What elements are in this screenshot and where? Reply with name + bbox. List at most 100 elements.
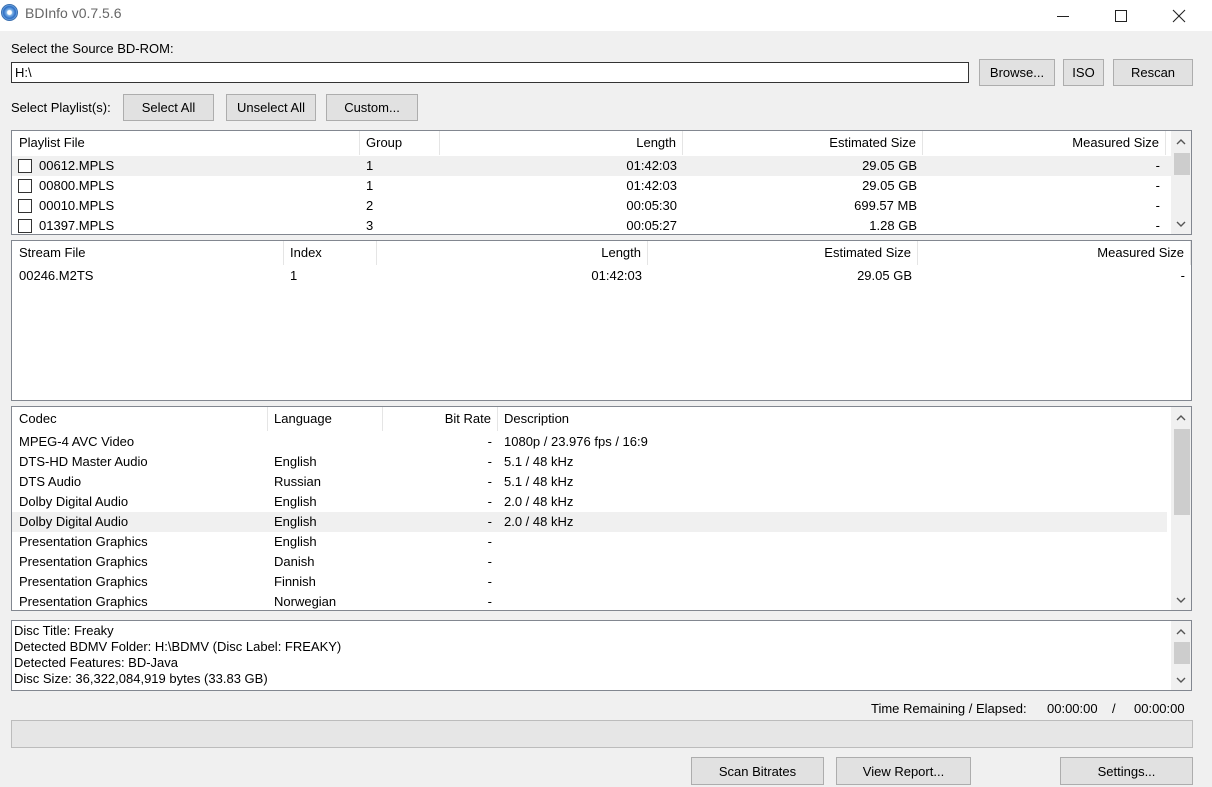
playlist-row[interactable]: 00010.MPLS 2 00:05:30 699.57 MB - [12,196,1171,216]
scroll-thumb[interactable] [1174,642,1190,664]
bit-rate-cell: - [487,474,492,489]
length-cell: 01:42:03 [626,158,677,173]
playlist-list[interactable]: Playlist File Group Length Estimated Siz… [11,130,1192,235]
codec-row[interactable]: MPEG-4 AVC Video -1080p / 23.976 fps / 16… [12,432,1167,452]
playlist-file-cell: 00612.MPLS [39,158,115,173]
select-all-button[interactable]: Select All [123,94,214,121]
codec-list[interactable]: Codec Language Bit Rate Description MPEG… [11,406,1192,611]
playlist-header: Playlist File Group Length Estimated Siz… [12,131,1191,155]
codec-row[interactable]: Dolby Digital Audio English -2.0 / 48 kHz [12,512,1167,532]
col-bit-rate[interactable]: Bit Rate [383,407,498,431]
description-cell [498,572,1168,592]
col-stream-measured-size[interactable]: Measured Size [918,241,1191,265]
custom-button[interactable]: Custom... [326,94,418,121]
playlist-row[interactable]: 00612.MPLS 1 01:42:03 29.05 GB - [12,156,1171,176]
unselect-all-button[interactable]: Unselect All [226,94,316,121]
description-cell: 5.1 / 48 kHz [504,474,574,489]
time-separator: / [1112,701,1116,716]
codec-cell: Presentation Graphics [19,554,148,569]
scan-progress-bar [11,720,1193,748]
col-description[interactable]: Description [498,407,1168,431]
scroll-up-icon[interactable] [1171,133,1191,150]
length-cell: 01:42:03 [626,178,677,193]
length-cell: 00:05:27 [626,218,677,233]
scroll-up-icon[interactable] [1171,409,1191,426]
close-button[interactable] [1150,0,1208,31]
col-index[interactable]: Index [284,241,377,265]
codec-row[interactable]: DTS-HD Master Audio English -5.1 / 48 kHz [12,452,1167,472]
codec-row[interactable]: Dolby Digital Audio English -2.0 / 48 kHz [12,492,1167,512]
maximize-button[interactable] [1092,0,1150,31]
info-scrollbar[interactable] [1171,621,1191,690]
col-measured-size[interactable]: Measured Size [923,131,1166,155]
description-cell [498,532,1168,552]
col-stream-estimated-size[interactable]: Estimated Size [648,241,918,265]
stream-measured-size-cell: - [1180,268,1185,283]
estimated-size-cell: 29.05 GB [862,178,917,193]
bit-rate-cell: - [487,494,492,509]
bdmv-folder-line: Detected BDMV Folder: H:\BDMV (Disc Labe… [14,639,342,654]
disc-icon [1,4,18,21]
codec-row[interactable]: DTS Audio Russian -5.1 / 48 kHz [12,472,1167,492]
description-cell: 2.0 / 48 kHz [504,514,574,529]
codec-row[interactable]: Presentation Graphics Norwegian - [12,592,1167,610]
col-playlist-file[interactable]: Playlist File [13,131,360,155]
minimize-icon [1057,15,1069,17]
index-cell: 1 [290,268,298,283]
playlist-checkbox[interactable] [18,199,32,213]
col-length[interactable]: Length [440,131,683,155]
playlist-row[interactable]: 01397.MPLS 3 00:05:27 1.28 GB - [12,216,1171,234]
iso-button[interactable]: ISO [1063,59,1104,86]
language-cell: Norwegian [274,594,337,609]
scroll-thumb[interactable] [1174,429,1190,515]
col-stream-length[interactable]: Length [377,241,648,265]
codec-cell: Presentation Graphics [19,594,148,609]
col-codec[interactable]: Codec [13,407,268,431]
bit-rate-cell: - [487,574,492,589]
rescan-button[interactable]: Rescan [1113,59,1193,86]
stream-row[interactable]: 00246.M2TS 1 01:42:03 29.05 GB - [12,266,1191,286]
scroll-down-icon[interactable] [1171,671,1191,688]
measured-size-cell: - [1155,158,1160,173]
col-stream-file[interactable]: Stream File [13,241,284,265]
col-language[interactable]: Language [268,407,383,431]
playlist-checkbox[interactable] [18,179,32,193]
language-cell: English [274,534,317,549]
playlist-scrollbar[interactable] [1171,131,1191,234]
scroll-up-icon[interactable] [1171,623,1191,640]
group-cell: 2 [366,198,374,213]
measured-size-cell: - [1155,178,1160,193]
stream-length-cell: 01:42:03 [591,268,642,283]
description-cell: 2.0 / 48 kHz [504,494,574,509]
codec-row[interactable]: Presentation Graphics Danish - [12,552,1167,572]
codec-row[interactable]: Presentation Graphics English - [12,532,1167,552]
scroll-thumb[interactable] [1174,153,1190,175]
codec-cell: Presentation Graphics [19,574,148,589]
codec-cell: MPEG-4 AVC Video [19,434,135,449]
maximize-icon [1115,9,1127,22]
minimize-button[interactable] [1034,0,1092,31]
stream-list[interactable]: Stream File Index Length Estimated Size … [11,240,1192,401]
codec-cell: DTS Audio [19,474,82,489]
scroll-down-icon[interactable] [1171,591,1191,608]
source-path-input[interactable]: H:\ [11,62,969,83]
codec-cell: Dolby Digital Audio [19,494,129,509]
disc-info-box[interactable]: Disc Title: Freaky Detected BDMV Folder:… [11,620,1192,691]
scan-bitrates-button[interactable]: Scan Bitrates [691,757,824,785]
playlist-checkbox[interactable] [18,159,32,173]
bit-rate-cell: - [487,514,492,529]
description-cell: 1080p / 23.976 fps / 16:9 [504,434,648,449]
scroll-down-icon[interactable] [1171,215,1191,232]
measured-size-cell: - [1155,218,1160,233]
settings-button[interactable]: Settings... [1060,757,1193,785]
browse-button[interactable]: Browse... [979,59,1055,86]
codec-cell: Presentation Graphics [19,534,148,549]
playlist-row[interactable]: 00800.MPLS 1 01:42:03 29.05 GB - [12,176,1171,196]
col-group[interactable]: Group [360,131,440,155]
playlist-checkbox[interactable] [18,219,32,233]
codec-row[interactable]: Presentation Graphics Finnish - [12,572,1167,592]
col-estimated-size[interactable]: Estimated Size [683,131,923,155]
view-report-button[interactable]: View Report... [836,757,971,785]
time-label: Time Remaining / Elapsed: [871,701,1027,716]
codec-scrollbar[interactable] [1171,407,1191,610]
